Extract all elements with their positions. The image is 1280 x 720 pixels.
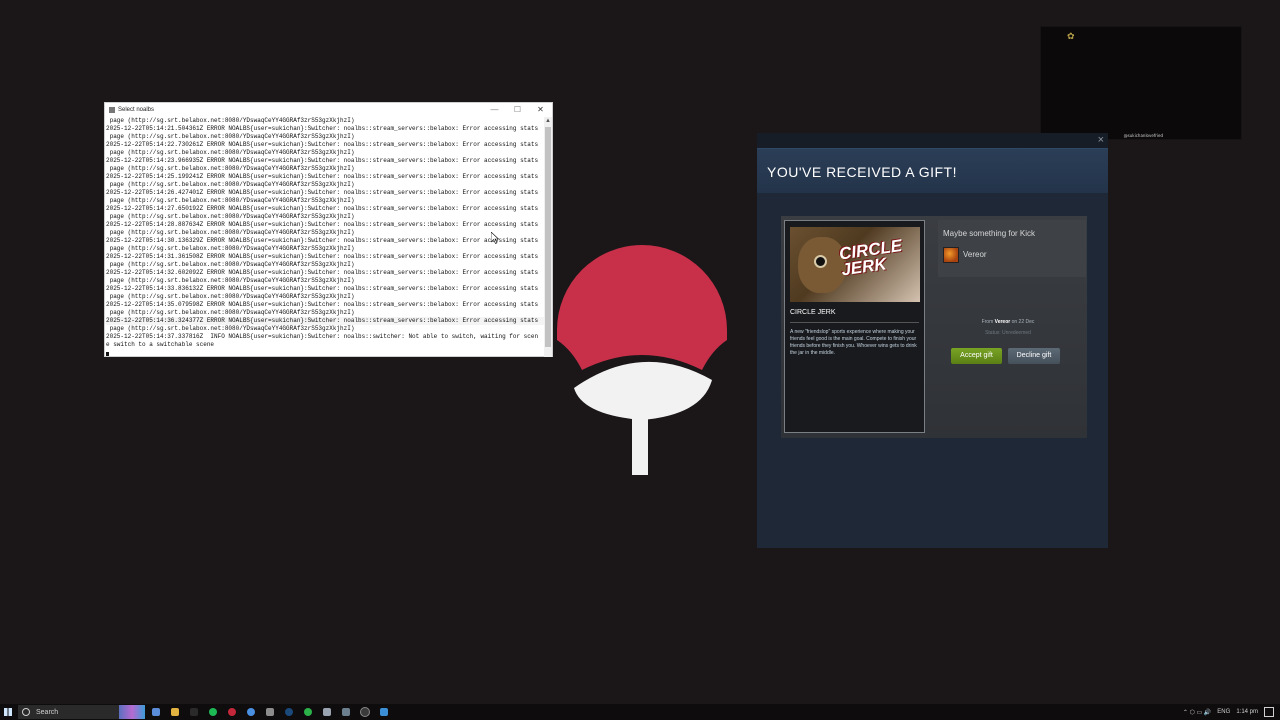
console-line: page (http://sg.srt.belabox.net:8080/YDs… (106, 165, 355, 172)
from-name: Vereor (994, 319, 1011, 325)
gift-heading: YOU'VE RECEIVED A GIFT! (767, 164, 957, 180)
console-line: page (http://sg.srt.belabox.net:8080/YDs… (106, 133, 355, 140)
console-line: page (http://sg.srt.belabox.net:8080/YDs… (106, 277, 355, 284)
from-suffix: on 22 Dec (1010, 319, 1035, 325)
taskbar-search[interactable]: Search (18, 705, 145, 719)
console-cursor (106, 352, 109, 356)
windows-start-icon[interactable] (0, 704, 16, 720)
scroll-up-icon[interactable]: ▲ (544, 117, 552, 125)
console-scrollbar[interactable]: ▲ (544, 117, 552, 357)
search-placeholder: Search (36, 708, 59, 716)
console-line: page (http://sg.srt.belabox.net:8080/YDs… (106, 117, 355, 124)
obs-icon[interactable] (357, 704, 373, 720)
console-line: 2025-12-22T05:14:31.361508Z ERROR NOALBS… (106, 253, 539, 260)
chrome-icon[interactable] (243, 704, 259, 720)
close-icon[interactable]: × (1098, 134, 1104, 147)
gift-message-box: Maybe something for Kick Vereor (938, 220, 1086, 277)
game-name: CIRCLE JERK (790, 309, 836, 316)
gift-status: Status: Unredeemed (985, 330, 1031, 336)
search-icon (22, 708, 30, 716)
taskbar-app-green-icon[interactable] (300, 704, 316, 720)
flower-icon: ✿ (1067, 31, 1075, 41)
console-line: page (http://sg.srt.belabox.net:8080/YDs… (106, 245, 355, 252)
desktop-wallpaper-emblem (557, 245, 727, 475)
game-card[interactable]: CIRCLE JERK CIRCLE JERK A new "friendslo… (784, 220, 925, 433)
capsule-logo: CIRCLE JERK (837, 235, 904, 280)
card-divider (790, 322, 919, 323)
console-line: page (http://sg.srt.belabox.net:8080/YDs… (106, 325, 355, 332)
console-line: page (http://sg.srt.belabox.net:8080/YDs… (106, 181, 355, 188)
console-line: 2025-12-22T05:14:33.836132Z ERROR NOALBS… (106, 285, 539, 292)
gift-from-line: From Vereor on 22 Dec (933, 319, 1083, 325)
console-line: 2025-12-22T05:14:37.337816Z INFO NOALBS{… (106, 333, 539, 340)
console-line: 2025-12-22T05:14:30.136329Z ERROR NOALBS… (106, 237, 539, 244)
console-title: Select noalbs (118, 107, 155, 113)
console-line: page (http://sg.srt.belabox.net:8080/YDs… (106, 229, 355, 236)
console-line: page (http://sg.srt.belabox.net:8080/YDs… (106, 309, 355, 316)
stream-preview-thumbnail: ✿ @sukichanlovefried (1040, 26, 1242, 140)
console-window[interactable]: Select noalbs — ☐ ✕ page (http://sg.srt.… (104, 102, 553, 357)
tray-icons[interactable]: ⌃ ⬡ ▭ 🔊 (1183, 709, 1211, 716)
capsule-eye (814, 255, 827, 268)
taskbar-app-1-icon[interactable] (148, 704, 164, 720)
close-button[interactable]: ✕ (529, 103, 552, 117)
console-line: 2025-12-22T05:14:36.324377Z ERROR NOALBS… (106, 317, 547, 325)
console-line: 2025-12-22T05:14:23.966935Z ERROR NOALBS… (106, 157, 539, 164)
console-line: 2025-12-22T05:14:22.730261Z ERROR NOALBS… (106, 141, 539, 148)
console-line: 2025-12-22T05:14:27.650192Z ERROR NOALBS… (106, 205, 539, 212)
console-line: page (http://sg.srt.belabox.net:8080/YDs… (106, 293, 355, 300)
console-output[interactable]: page (http://sg.srt.belabox.net:8080/YDs… (105, 117, 547, 357)
console-app-icon (109, 107, 115, 113)
accept-gift-button[interactable]: Accept gift (951, 348, 1002, 364)
notification-icon[interactable] (1264, 707, 1274, 717)
console-line: 2025-12-22T05:14:35.079598Z ERROR NOALBS… (106, 301, 539, 308)
gift-header: YOU'VE RECEIVED A GIFT! (757, 148, 1108, 193)
decline-gift-button[interactable]: Decline gift (1008, 348, 1060, 364)
search-highlight-art (119, 705, 145, 719)
sender-avatar-icon[interactable] (943, 247, 959, 263)
console-line: 2025-12-22T05:14:32.602092Z ERROR NOALBS… (106, 269, 539, 276)
console-line: e switch to a switchable scene (106, 341, 215, 348)
scroll-thumb[interactable] (545, 127, 551, 347)
preview-label: @sukichanlovefried (1123, 133, 1163, 138)
file-explorer-icon[interactable] (167, 704, 183, 720)
console-line: page (http://sg.srt.belabox.net:8080/YDs… (106, 213, 355, 220)
gift-message: Maybe something for Kick (943, 229, 1036, 238)
gift-top-strip: × (757, 133, 1108, 148)
taskbar-app-active-icon[interactable] (262, 704, 278, 720)
vscode-icon[interactable] (376, 704, 392, 720)
taskbar-app-grid-icon[interactable] (338, 704, 354, 720)
from-prefix: From (981, 319, 995, 325)
sender-name[interactable]: Vereor (963, 250, 987, 259)
minimize-button[interactable]: — (483, 103, 506, 117)
gift-dialog: × YOU'VE RECEIVED A GIFT! CIRCLE JERK CI… (757, 133, 1108, 548)
spotify-icon[interactable] (205, 704, 221, 720)
console-line: 2025-12-22T05:14:25.199241Z ERROR NOALBS… (106, 173, 539, 180)
console-line: 2025-12-22T05:14:21.504361Z ERROR NOALBS… (106, 125, 539, 132)
console-line: 2025-12-22T05:14:26.427401Z ERROR NOALBS… (106, 189, 539, 196)
gift-panel: CIRCLE JERK CIRCLE JERK A new "friendslo… (781, 216, 1087, 438)
game-description: A new "friendslop" sports experience whe… (790, 329, 917, 356)
game-capsule-image: CIRCLE JERK (790, 227, 920, 302)
console-line: page (http://sg.srt.belabox.net:8080/YDs… (106, 149, 355, 156)
console-line: page (http://sg.srt.belabox.net:8080/YDs… (106, 261, 355, 268)
steam-icon[interactable] (281, 704, 297, 720)
mouse-cursor-icon (491, 232, 499, 244)
taskbar: Search ⌃ ⬡ ▭ 🔊 ENG 1:14 pm (0, 704, 1280, 720)
taskbar-app-red-icon[interactable] (224, 704, 240, 720)
taskbar-app-triangle-icon[interactable] (319, 704, 335, 720)
console-titlebar[interactable]: Select noalbs — ☐ ✕ (105, 103, 552, 117)
taskbar-app-3-icon[interactable] (186, 704, 202, 720)
console-line: page (http://sg.srt.belabox.net:8080/YDs… (106, 197, 355, 204)
tray-clock[interactable]: 1:14 pm (1236, 709, 1258, 715)
console-line: 2025-12-22T05:14:28.887634Z ERROR NOALBS… (106, 221, 539, 228)
maximize-button[interactable]: ☐ (506, 103, 529, 117)
system-tray[interactable]: ⌃ ⬡ ▭ 🔊 ENG 1:14 pm (1183, 707, 1280, 717)
tray-language[interactable]: ENG (1217, 709, 1230, 715)
